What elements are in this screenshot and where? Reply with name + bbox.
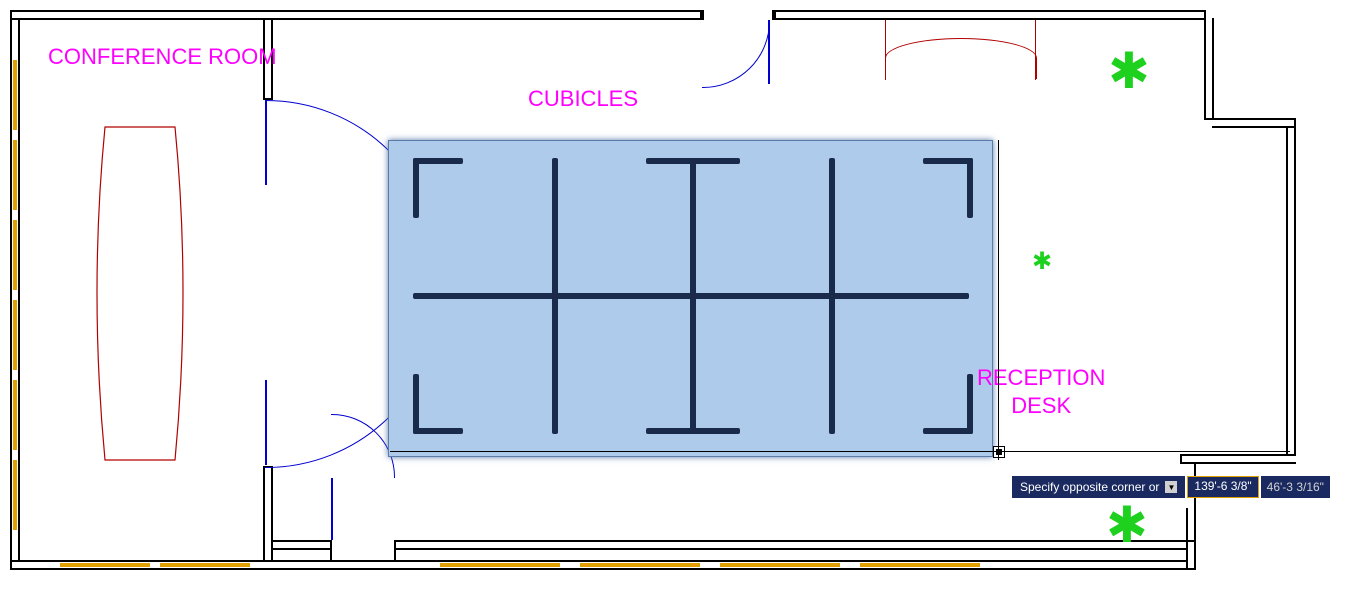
wall xyxy=(271,540,331,542)
wall xyxy=(10,560,1188,562)
window xyxy=(60,563,150,567)
window xyxy=(13,300,17,370)
wall xyxy=(1180,454,1296,456)
window xyxy=(13,140,17,210)
cubicle-partition xyxy=(646,428,740,434)
cubicle-partition xyxy=(923,158,973,164)
wall xyxy=(1180,462,1296,464)
conference-table xyxy=(85,122,195,467)
door-leaf xyxy=(265,380,267,465)
cubicle-partition xyxy=(413,158,463,164)
door-leaf xyxy=(331,478,333,540)
conference-room-label: CONFERENCE ROOM xyxy=(48,44,277,70)
wall xyxy=(18,18,20,562)
prompt-text: Specify opposite corner or xyxy=(1020,480,1159,494)
wall xyxy=(1204,10,1206,120)
command-prompt[interactable]: Specify opposite corner or ▼ 139'-6 3/8"… xyxy=(1012,476,1330,498)
desk-edge xyxy=(885,20,886,80)
door-leaf xyxy=(768,20,770,84)
window xyxy=(13,60,17,130)
crosshair-line xyxy=(390,451,1290,452)
window xyxy=(580,563,700,567)
wall xyxy=(1294,118,1296,456)
wall xyxy=(330,540,332,562)
window xyxy=(13,380,17,450)
cubicle-partition xyxy=(552,158,558,434)
window xyxy=(720,563,840,567)
cubicles-label: CUBICLES xyxy=(528,86,638,112)
wall xyxy=(396,540,1196,542)
window xyxy=(160,563,250,567)
wall xyxy=(776,18,1206,20)
wall xyxy=(10,10,12,570)
crosshair-cursor xyxy=(993,446,1005,458)
window xyxy=(13,460,17,530)
crosshair-line xyxy=(998,140,999,460)
window xyxy=(860,563,980,567)
wall xyxy=(1286,126,1288,456)
prompt-coord: 46'-3 3/16" xyxy=(1261,476,1330,498)
prompt-message: Specify opposite corner or ▼ xyxy=(1012,476,1185,498)
wall xyxy=(10,18,700,20)
wall xyxy=(271,548,331,550)
wall xyxy=(263,468,265,562)
plant-icon: ✱ xyxy=(1032,250,1052,274)
plant-icon: ✱ xyxy=(1106,500,1148,550)
cubicle-partition xyxy=(690,158,696,434)
door-leaf xyxy=(265,100,267,185)
reception-desk-furniture xyxy=(885,38,1037,79)
cubicle-partition xyxy=(923,428,973,434)
wall xyxy=(700,10,704,20)
cubicle-partition xyxy=(967,374,973,434)
plant-icon: ✱ xyxy=(1108,46,1150,96)
wall xyxy=(1212,126,1296,128)
cubicle-partition xyxy=(413,428,463,434)
window xyxy=(13,220,17,290)
floor-plan-canvas[interactable]: CONFERENCE ROOM CUBICLES RECEPTION DESK … xyxy=(0,0,1356,590)
wall xyxy=(396,548,1188,550)
wall xyxy=(10,568,1196,570)
cubicle-partition xyxy=(829,158,835,434)
window xyxy=(440,563,560,567)
dropdown-icon[interactable]: ▼ xyxy=(1165,481,1177,493)
wall xyxy=(10,10,700,12)
wall xyxy=(1204,118,1296,120)
wall xyxy=(776,10,1206,12)
wall xyxy=(394,540,396,562)
cubicle-partition xyxy=(413,158,419,218)
cubicle-partition xyxy=(967,158,973,218)
wall xyxy=(1180,454,1182,464)
prompt-input[interactable]: 139'-6 3/8" xyxy=(1187,476,1258,498)
wall xyxy=(1212,18,1214,120)
cubicle-partition xyxy=(413,374,419,434)
reception-desk-label: RECEPTION DESK xyxy=(977,364,1105,419)
desk-edge xyxy=(1035,20,1036,80)
